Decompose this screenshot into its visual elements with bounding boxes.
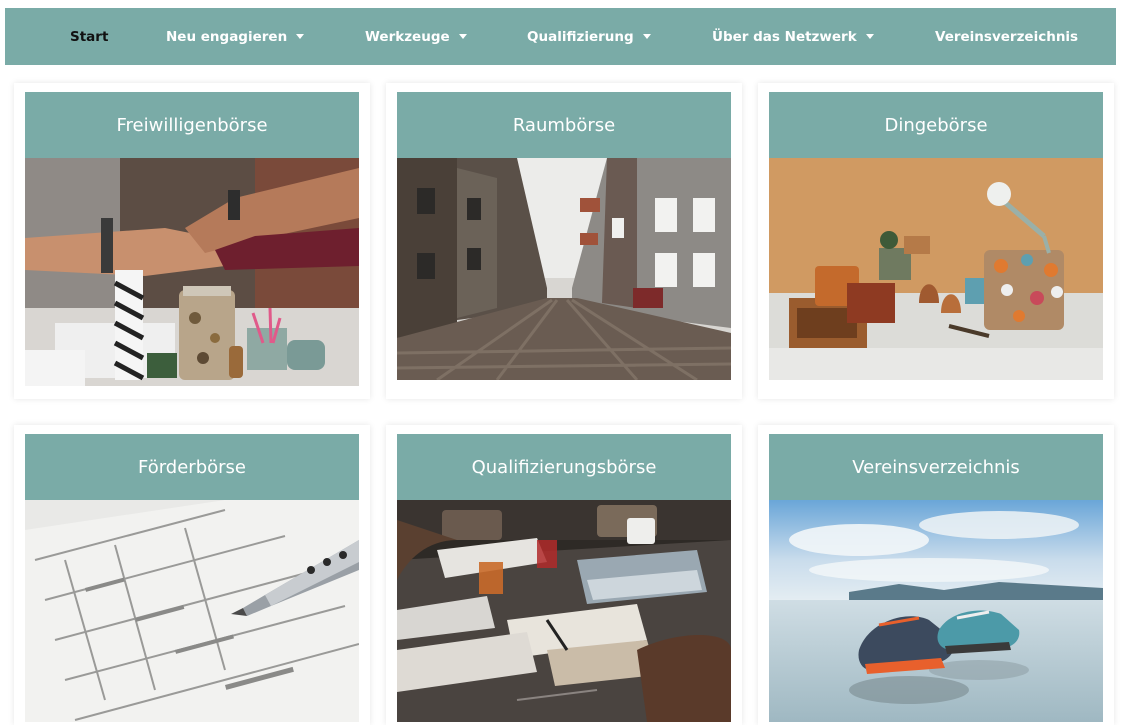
- nav-item-werkzeuge[interactable]: Werkzeuge: [365, 8, 467, 65]
- nav-item-ueber-das-netzwerk[interactable]: Über das Netzwerk: [712, 8, 874, 65]
- teamwork-hands-photo: [25, 158, 359, 386]
- caret-down-icon: [642, 34, 651, 39]
- nav-item-label: Neu engagieren: [166, 29, 288, 45]
- card-title: Raumbörse: [397, 92, 731, 158]
- card-vereinsverzeichnis[interactable]: Vereinsverzeichnis: [758, 425, 1114, 725]
- card-title: Qualifizierungsbörse: [397, 434, 731, 500]
- cobblestone-street-photo: [397, 158, 731, 380]
- sneakers-on-beach-photo: [769, 500, 1103, 722]
- card-dingeboerse[interactable]: Dingebörse: [758, 83, 1114, 399]
- collected-objects-photo: [769, 158, 1103, 380]
- nav-item-label: Start: [70, 29, 109, 45]
- nav-item-vereinsverzeichnis[interactable]: Vereinsverzeichnis: [935, 8, 1078, 65]
- caret-down-icon: [865, 34, 874, 39]
- card-title: Freiwilligenbörse: [25, 92, 359, 158]
- nav-item-label: Qualifizierung: [527, 29, 634, 45]
- card-title: Förderbörse: [25, 434, 359, 500]
- nav-item-start[interactable]: Start: [70, 8, 108, 65]
- card-raumboerse[interactable]: Raumbörse: [386, 83, 742, 399]
- card-freiwilligenboerse[interactable]: Freiwilligenbörse: [14, 83, 370, 399]
- nav-item-label: Werkzeuge: [365, 29, 450, 45]
- card-qualifizierungsboerse[interactable]: Qualifizierungsbörse: [386, 425, 742, 725]
- nav-item-neu-engagieren[interactable]: Neu engagieren: [166, 8, 305, 65]
- meeting-table-photo: [397, 500, 731, 722]
- caret-down-icon: [458, 34, 467, 39]
- card-title: Dingebörse: [769, 92, 1103, 158]
- caret-down-icon: [296, 34, 305, 39]
- nav-item-qualifizierung[interactable]: Qualifizierung: [527, 8, 651, 65]
- nav-item-label: Über das Netzwerk: [712, 29, 857, 45]
- card-title: Vereinsverzeichnis: [769, 434, 1103, 500]
- main-navigation: Start Neu engagieren Werkzeuge Qualifizi…: [5, 8, 1116, 65]
- nav-item-label: Vereinsverzeichnis: [935, 29, 1079, 45]
- card-foerderboerse[interactable]: Förderbörse: [14, 425, 370, 725]
- form-and-pen-photo: [25, 500, 359, 722]
